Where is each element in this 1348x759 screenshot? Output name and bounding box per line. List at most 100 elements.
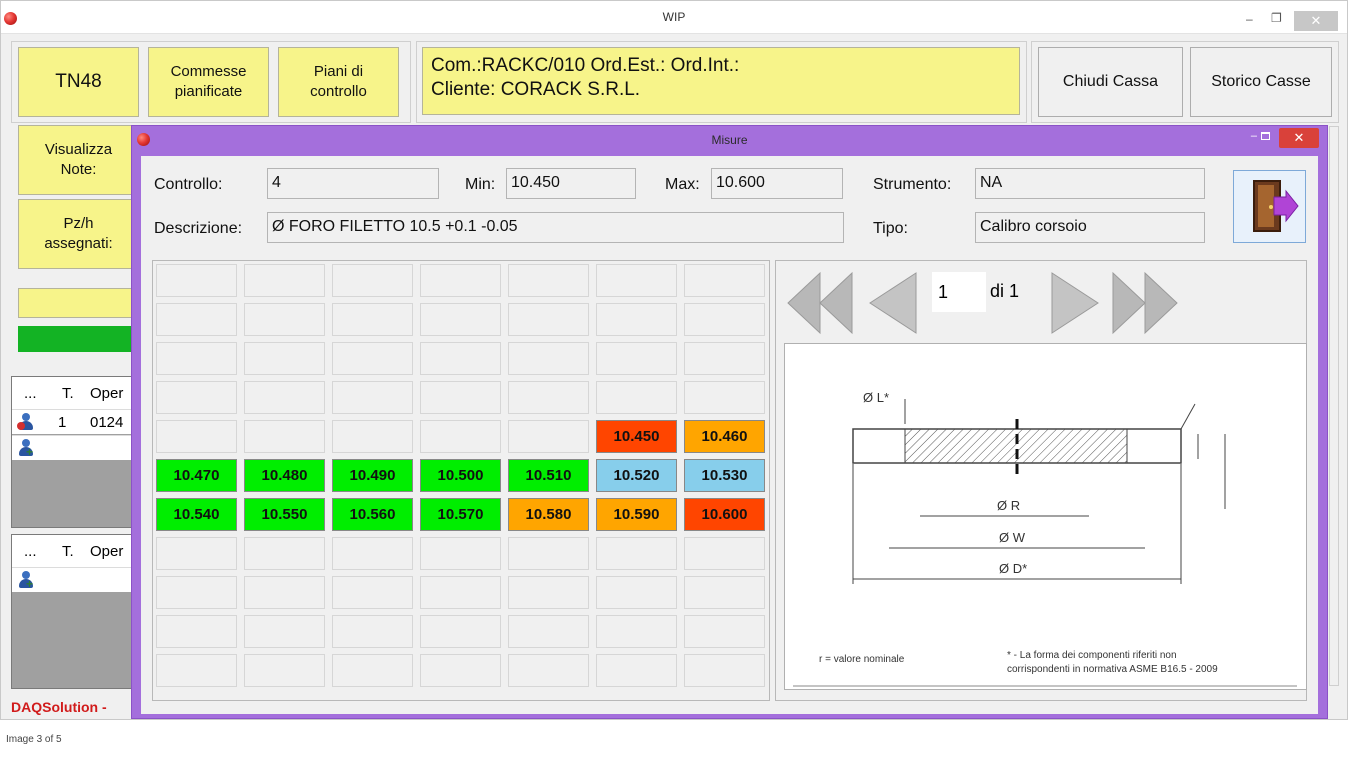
measure-cell[interactable]: 10.570 (420, 498, 501, 531)
measures-grid[interactable]: 10.450 10.460 10.470 10.480 10.490 10.500 10.5… (152, 260, 770, 701)
empty-measure-cell[interactable] (420, 381, 501, 414)
empty-measure-cell[interactable] (244, 303, 325, 336)
measure-cell[interactable]: 10.510 (508, 459, 589, 492)
measure-cell[interactable]: 10.590 (596, 498, 677, 531)
empty-measure-cell[interactable] (244, 576, 325, 609)
empty-measure-cell[interactable] (156, 576, 237, 609)
empty-measure-cell[interactable] (596, 264, 677, 297)
empty-measure-cell[interactable] (596, 381, 677, 414)
empty-measure-cell[interactable] (156, 615, 237, 648)
visualizza-note-button[interactable]: Visualizza Note: (18, 125, 139, 195)
empty-measure-cell[interactable] (156, 654, 237, 687)
empty-measure-cell[interactable] (508, 264, 589, 297)
measure-cell[interactable]: 10.530 (684, 459, 765, 492)
empty-measure-cell[interactable] (244, 381, 325, 414)
maximize-button[interactable]: ❐ (1271, 11, 1282, 25)
measure-cell[interactable]: 10.450 (596, 420, 677, 453)
add-operator-icon[interactable]: + (17, 571, 35, 590)
measure-cell[interactable]: 10.500 (420, 459, 501, 492)
first-page-button[interactable] (786, 269, 856, 337)
empty-measure-cell[interactable] (508, 537, 589, 570)
empty-measure-cell[interactable] (684, 537, 765, 570)
empty-measure-cell[interactable] (684, 264, 765, 297)
chiudi-cassa-button[interactable]: Chiudi Cassa (1038, 47, 1183, 117)
next-page-button[interactable] (1046, 269, 1102, 337)
measure-cell[interactable]: 10.580 (508, 498, 589, 531)
empty-measure-cell[interactable] (508, 576, 589, 609)
storico-casse-button[interactable]: Storico Casse (1190, 47, 1332, 117)
measure-cell[interactable]: 10.560 (332, 498, 413, 531)
empty-measure-cell[interactable] (156, 381, 237, 414)
empty-measure-cell[interactable] (684, 654, 765, 687)
measure-cell[interactable]: 10.550 (244, 498, 325, 531)
empty-measure-cell[interactable] (244, 654, 325, 687)
empty-measure-cell[interactable] (420, 342, 501, 375)
table-row[interactable]: + (12, 435, 135, 460)
measure-cell[interactable]: 10.490 (332, 459, 413, 492)
empty-measure-cell[interactable] (508, 654, 589, 687)
table-row[interactable]: + (12, 567, 135, 592)
empty-measure-cell[interactable] (332, 342, 413, 375)
empty-measure-cell[interactable] (684, 381, 765, 414)
machine-button[interactable]: TN48 (18, 47, 139, 117)
empty-measure-cell[interactable] (244, 537, 325, 570)
empty-measure-cell[interactable] (596, 615, 677, 648)
dialog-close-button[interactable]: ✕ (1279, 128, 1319, 148)
empty-measure-cell[interactable] (684, 576, 765, 609)
empty-measure-cell[interactable] (596, 537, 677, 570)
add-operator-icon[interactable]: + (17, 439, 35, 458)
measure-cell[interactable]: 10.460 (684, 420, 765, 453)
empty-measure-cell[interactable] (420, 303, 501, 336)
empty-measure-cell[interactable] (684, 615, 765, 648)
empty-measure-cell[interactable] (684, 303, 765, 336)
commesse-pianificate-button[interactable]: Commesse pianificate (148, 47, 269, 117)
empty-measure-cell[interactable] (420, 615, 501, 648)
minimize-button[interactable]: – (1246, 12, 1253, 26)
last-page-button[interactable] (1109, 269, 1179, 337)
empty-measure-cell[interactable] (420, 537, 501, 570)
empty-measure-cell[interactable] (420, 420, 501, 453)
empty-measure-cell[interactable] (508, 342, 589, 375)
empty-measure-cell[interactable] (332, 654, 413, 687)
measure-cell[interactable]: 10.480 (244, 459, 325, 492)
empty-measure-cell[interactable] (684, 342, 765, 375)
empty-measure-cell[interactable] (420, 576, 501, 609)
empty-measure-cell[interactable] (420, 264, 501, 297)
empty-measure-cell[interactable] (508, 303, 589, 336)
measure-cell[interactable]: 10.600 (684, 498, 765, 531)
empty-measure-cell[interactable] (332, 420, 413, 453)
empty-measure-cell[interactable] (332, 615, 413, 648)
dialog-minimize-button[interactable]: – (1251, 130, 1257, 142)
empty-measure-cell[interactable] (244, 264, 325, 297)
empty-measure-cell[interactable] (156, 420, 237, 453)
empty-measure-cell[interactable] (244, 420, 325, 453)
operators-grid-2[interactable]: ... T. Oper + (11, 534, 136, 689)
empty-measure-cell[interactable] (244, 615, 325, 648)
empty-measure-cell[interactable] (332, 264, 413, 297)
piani-controllo-button[interactable]: Piani di controllo (278, 47, 399, 117)
empty-measure-cell[interactable] (596, 342, 677, 375)
empty-measure-cell[interactable] (596, 654, 677, 687)
empty-measure-cell[interactable] (244, 342, 325, 375)
empty-measure-cell[interactable] (332, 576, 413, 609)
page-number-field[interactable]: 1 (932, 272, 986, 312)
empty-measure-cell[interactable] (332, 303, 413, 336)
measure-cell[interactable]: 10.520 (596, 459, 677, 492)
empty-measure-cell[interactable] (332, 381, 413, 414)
empty-measure-cell[interactable] (508, 381, 589, 414)
empty-measure-cell[interactable] (156, 303, 237, 336)
empty-measure-cell[interactable] (596, 303, 677, 336)
table-row[interactable]: 1 0124 (12, 409, 135, 434)
measure-cell[interactable]: 10.470 (156, 459, 237, 492)
empty-measure-cell[interactable] (508, 420, 589, 453)
empty-measure-cell[interactable] (156, 342, 237, 375)
empty-measure-cell[interactable] (508, 615, 589, 648)
main-close-button[interactable]: ✕ (1294, 11, 1338, 31)
operators-grid-1[interactable]: ... T. Oper 1 0124 + (11, 376, 136, 528)
exit-button[interactable] (1233, 170, 1306, 243)
empty-measure-cell[interactable] (332, 537, 413, 570)
dialog-maximize-button[interactable] (1261, 132, 1270, 140)
prev-page-button[interactable] (866, 269, 922, 337)
empty-measure-cell[interactable] (156, 264, 237, 297)
empty-measure-cell[interactable] (596, 576, 677, 609)
